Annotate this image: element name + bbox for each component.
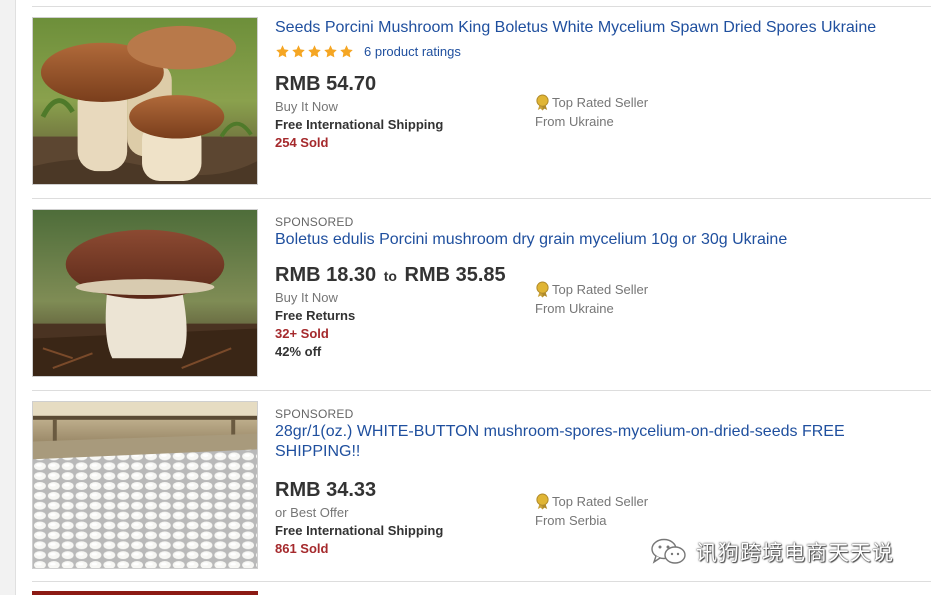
- seller-info: Top Rated Seller From Serbia: [535, 492, 648, 530]
- divider: [32, 390, 931, 391]
- watermark-text: 讯狗跨境电商天天说: [696, 541, 894, 565]
- divider: [32, 6, 931, 7]
- sponsored-label: SPONSORED: [275, 407, 354, 421]
- star-icon: [276, 45, 289, 58]
- product-rating[interactable]: 6 product ratings: [275, 44, 932, 59]
- star-icon: [292, 45, 305, 58]
- listing-image[interactable]: [32, 401, 258, 569]
- listing-info: Seeds Porcini Mushroom King Boletus Whit…: [275, 17, 932, 152]
- listing-title-link[interactable]: Boletus edulis Porcini mushroom dry grai…: [275, 230, 932, 250]
- star-icon: [340, 45, 353, 58]
- item-location: From Serbia: [535, 513, 607, 528]
- sold-count: 254 Sold: [275, 135, 329, 150]
- star-icon: [324, 45, 337, 58]
- listing-image[interactable]: [32, 209, 258, 377]
- seller-info: Top Rated Seller From Ukraine: [535, 93, 648, 131]
- listing-item: SPONSORED Boletus edulis Porcini mushroo…: [32, 209, 932, 381]
- sold-count: 32+ Sold: [275, 326, 329, 341]
- listing-info: SPONSORED 28gr/1(oz.) WHITE-BUTTON mushr…: [275, 401, 932, 558]
- listing-image[interactable]: [32, 17, 258, 185]
- divider: [32, 581, 931, 582]
- discount-label: 42% off: [275, 344, 322, 359]
- white-button-mushroom-farm-photo: [33, 402, 257, 568]
- seller-badge: Top Rated Seller: [552, 494, 649, 509]
- star-rating: [275, 44, 354, 59]
- porcini-mushrooms-photo: [33, 18, 257, 184]
- seller-badge: Top Rated Seller: [552, 282, 649, 297]
- single-porcini-photo: [33, 210, 257, 376]
- item-location: From Ukraine: [535, 114, 614, 129]
- listing-item: Seeds Porcini Mushroom King Boletus Whit…: [32, 17, 932, 189]
- wechat-icon: [651, 538, 686, 564]
- sponsored-label: SPONSORED: [275, 215, 354, 229]
- top-rated-medal-icon: [536, 281, 549, 298]
- top-rated-medal-icon: [536, 493, 549, 510]
- price-range-separator: to: [383, 268, 397, 284]
- seller-info: Top Rated Seller From Ukraine: [535, 280, 648, 318]
- listing-image[interactable]: [32, 591, 258, 595]
- watermark: 讯狗跨境电商天天说: [650, 537, 894, 567]
- seller-badge: Top Rated Seller: [552, 95, 649, 110]
- listing-title-link[interactable]: 28gr/1(oz.) WHITE-BUTTON mushroom-spores…: [275, 422, 932, 462]
- divider: [32, 198, 931, 199]
- top-rated-medal-icon: [536, 94, 549, 111]
- ratings-count-link[interactable]: 6 product ratings: [364, 44, 461, 59]
- price-low: RMB 18.30: [275, 264, 377, 286]
- listing-title-link[interactable]: Seeds Porcini Mushroom King Boletus Whit…: [275, 18, 932, 38]
- price-high: RMB 35.85: [404, 264, 506, 286]
- left-gutter: [0, 0, 16, 595]
- star-icon: [308, 45, 321, 58]
- item-location: From Ukraine: [535, 301, 614, 316]
